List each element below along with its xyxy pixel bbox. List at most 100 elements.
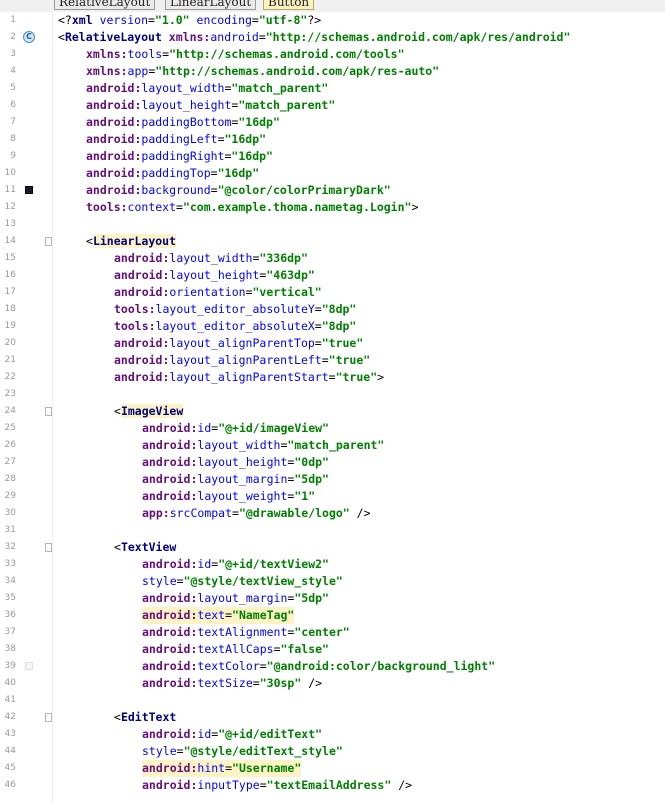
code-token: id — [197, 727, 212, 741]
code-line[interactable]: 14 <LinearLayout — [0, 233, 665, 250]
code-token: /> — [349, 506, 371, 520]
code-line[interactable]: 8 android:paddingLeft="16dp" — [0, 131, 665, 148]
code-line[interactable]: 22 android:layout_alignParentStart="true"… — [0, 369, 665, 386]
code-line[interactable]: 12 tools:context="com.example.thoma.namet… — [0, 199, 665, 216]
code-line[interactable]: 36 android:text="NameTag" — [0, 607, 665, 624]
color-swatch-icon[interactable] — [25, 662, 33, 670]
code-token: xmlns: — [86, 47, 128, 61]
code-line[interactable]: 24 <ImageView — [0, 403, 665, 420]
code-token: <? — [58, 13, 72, 27]
code-line[interactable]: 27 android:layout_height="0dp" — [0, 454, 665, 471]
code-text: style="@style/editText_style" — [142, 743, 343, 760]
code-text: android:paddingLeft="16dp" — [86, 131, 266, 148]
code-token: = — [232, 506, 239, 520]
fold-toggle-icon[interactable] — [45, 543, 52, 552]
code-line[interactable]: 33 android:id="@+id/textView2" — [0, 556, 665, 573]
code-token: tools — [127, 47, 163, 61]
code-line[interactable]: 25 android:id="@+id/imageView" — [0, 420, 665, 437]
code-token: "@+id/textView2" — [218, 557, 329, 571]
code-token: /> — [391, 778, 413, 792]
code-token: android: — [86, 98, 142, 112]
code-line[interactable]: 41 — [0, 692, 665, 709]
code-line[interactable]: 40 android:textSize="30sp" /> — [0, 675, 665, 692]
code-line[interactable]: 20 android:layout_alignParentTop="true" — [0, 335, 665, 352]
code-line[interactable]: 17 android:orientation="vertical" — [0, 284, 665, 301]
code-line[interactable]: 32 <TextView — [0, 539, 665, 556]
code-token: android: — [86, 132, 142, 146]
code-line[interactable]: 19 tools:layout_editor_absoluteX="8dp" — [0, 318, 665, 335]
code-line[interactable]: 6 android:layout_height="match_parent" — [0, 97, 665, 114]
code-line[interactable]: 39 android:textColor="@android:color/back… — [0, 658, 665, 675]
code-token: "match_parent" — [231, 81, 329, 95]
code-token: "@+id/editText" — [218, 727, 323, 741]
code-token: > — [411, 200, 419, 214]
code-line[interactable]: 31 — [0, 522, 665, 539]
code-line[interactable]: 45 android:hint="Username" — [0, 760, 665, 777]
breadcrumb-button[interactable]: Button — [263, 0, 315, 10]
code-line[interactable]: 26 android:layout_width="match_parent" — [0, 437, 665, 454]
line-number: 25 — [4, 423, 16, 433]
code-editor[interactable]: 1 <?xml version="1.0" encoding="utf-8"?> 2… — [0, 12, 665, 803]
code-line[interactable]: 2 C <RelativeLayout xmlns:android="http://… — [0, 29, 665, 46]
code-line[interactable]: 1 <?xml version="1.0" encoding="utf-8"?> — [0, 12, 665, 29]
line-number: 5 — [10, 83, 16, 93]
fold-toggle-icon[interactable] — [45, 237, 52, 246]
line-number: 3 — [10, 49, 16, 59]
code-line[interactable]: 16 android:layout_height="463dp" — [0, 267, 665, 284]
fold-toggle-icon[interactable] — [45, 407, 52, 416]
line-number: 17 — [4, 287, 16, 297]
code-token: = — [176, 200, 183, 214]
code-line[interactable]: 10 android:paddingTop="16dp" — [0, 165, 665, 182]
code-token: "match_parent" — [287, 438, 385, 452]
code-line[interactable]: 44 style="@style/editText_style" — [0, 743, 665, 760]
code-token: = — [148, 13, 155, 27]
code-token: "5dp" — [294, 472, 329, 486]
code-line[interactable]: 4 xmlns:app="http://schemas.android.com/a… — [0, 63, 665, 80]
code-token: layout_alignParentStart — [169, 370, 329, 384]
code-line[interactable]: 11 android:background="@color/colorPrimar… — [0, 182, 665, 199]
code-text: android:text="NameTag" — [142, 607, 295, 624]
code-token: ImageView — [120, 404, 184, 418]
line-number: 15 — [4, 253, 16, 263]
code-token: android: — [114, 251, 170, 265]
code-token: textAllCaps — [197, 642, 274, 656]
code-line[interactable]: 21 android:layout_alignParentLeft="true" — [0, 352, 665, 369]
code-line[interactable]: 34 style="@style/textView_style" — [0, 573, 665, 590]
line-number: 44 — [4, 746, 16, 756]
code-line[interactable]: 42 <EditText — [0, 709, 665, 726]
code-token: android: — [86, 149, 142, 163]
code-line[interactable]: 3 xmlns:tools="http://schemas.android.com… — [0, 46, 665, 63]
breadcrumb-relativelayout[interactable]: RelativeLayout — [54, 0, 156, 10]
code-line[interactable]: 9 android:paddingRight="16dp" — [0, 148, 665, 165]
fold-toggle-icon[interactable] — [45, 713, 52, 722]
code-token: "1" — [294, 489, 316, 503]
breadcrumb-linearlayout[interactable]: LinearLayout — [165, 0, 257, 10]
code-text: android:paddingTop="16dp" — [86, 165, 259, 182]
code-line[interactable]: 7 android:paddingBottom="16dp" — [0, 114, 665, 131]
code-token: ?> — [307, 13, 322, 27]
code-line[interactable]: 28 android:layout_margin="5dp" — [0, 471, 665, 488]
code-token: layout_margin — [197, 591, 288, 605]
code-line[interactable]: 18 tools:layout_editor_absoluteY="8dp" — [0, 301, 665, 318]
code-line[interactable]: 30 app:srcCompat="@drawable/logo" /> — [0, 505, 665, 522]
code-line[interactable]: 23 — [0, 386, 665, 403]
code-token: "true" — [335, 370, 378, 384]
color-swatch-icon[interactable] — [25, 186, 33, 194]
line-number: 42 — [4, 712, 16, 722]
code-line[interactable]: 46 android:inputType="textEmailAddress" /… — [0, 777, 665, 794]
code-token: layout_editor_absoluteY — [155, 302, 315, 316]
code-line[interactable]: 35 android:layout_margin="5dp" — [0, 590, 665, 607]
code-line[interactable]: 37 android:textAlignment="center" — [0, 624, 665, 641]
code-text: android:id="@+id/editText" — [142, 726, 322, 743]
line-number: 26 — [4, 440, 16, 450]
class-marker-icon[interactable]: C — [23, 31, 35, 43]
code-line[interactable]: 29 android:layout_weight="1" — [0, 488, 665, 505]
code-line[interactable]: 43 android:id="@+id/editText" — [0, 726, 665, 743]
code-line[interactable]: 15 android:layout_width="336dp" — [0, 250, 665, 267]
code-line[interactable]: 5 android:layout_width="match_parent" — [0, 80, 665, 97]
code-token: xmlns: — [168, 30, 211, 44]
code-line[interactable]: 13 — [0, 216, 665, 233]
code-line[interactable]: 38 android:textAllCaps="false" — [0, 641, 665, 658]
code-token: id — [197, 421, 212, 435]
